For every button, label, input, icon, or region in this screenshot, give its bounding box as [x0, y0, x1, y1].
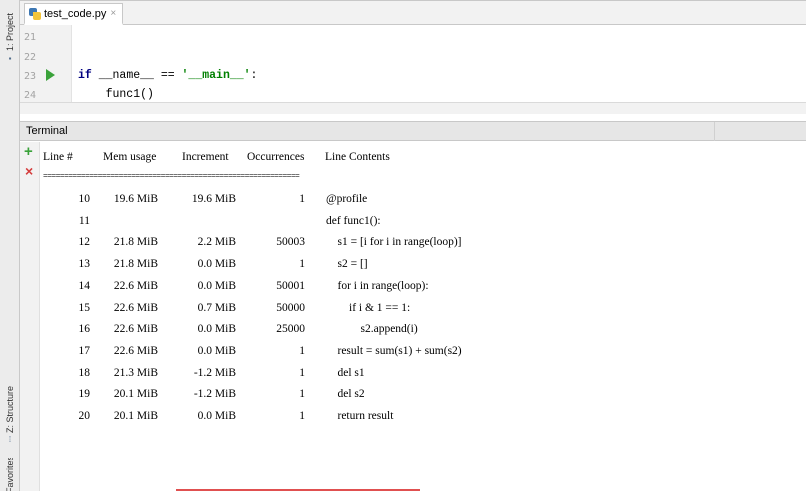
row-occurrences: 50001 — [276, 280, 305, 292]
row-occurrences: 1 — [299, 388, 305, 400]
row-line-contents: del s2 — [326, 388, 365, 400]
row-line-contents: del s1 — [326, 367, 365, 379]
row-mem-usage: 20.1 MiB — [113, 388, 158, 400]
row-increment: 0.0 MiB — [197, 410, 236, 422]
row-occurrences: 1 — [299, 345, 305, 357]
row-mem-usage: 22.6 MiB — [113, 280, 158, 292]
row-line-contents: s1 = [i for i in range(loop)] — [326, 236, 462, 248]
new-session-icon[interactable]: + — [24, 144, 33, 160]
structure-icon: ⁞ — [8, 435, 12, 444]
row-increment: 19.6 MiB — [191, 193, 236, 205]
row-line-number: 13 — [78, 258, 91, 270]
row-increment: 0.0 MiB — [197, 323, 236, 335]
code-line-23: if __name__ == '__main__': — [78, 69, 257, 82]
header-line-contents: Line Contents — [325, 151, 390, 163]
structure-tool-tab[interactable]: Z: Structure ⁞ — [0, 384, 20, 446]
tool-window-strip: 1: Project ▪ Z: Structure ⁞ Favorites — [0, 0, 20, 491]
row-occurrences: 50000 — [276, 302, 305, 314]
row-mem-usage: 22.6 MiB — [113, 302, 158, 314]
terminal-output[interactable]: Line # Mem usage Increment Occurrences L… — [40, 142, 806, 491]
row-line-contents: @profile — [326, 193, 368, 205]
row-line-number: 18 — [78, 367, 91, 379]
run-gutter-icon[interactable] — [46, 69, 55, 81]
header-line-number: Line # — [43, 151, 73, 163]
editor-gutter: 21 22 23 24 — [20, 25, 72, 102]
row-line-number: 17 — [78, 345, 91, 357]
row-mem-usage: 21.8 MiB — [113, 236, 158, 248]
row-line-number: 16 — [78, 323, 91, 335]
code-text-area[interactable]: if __name__ == '__main__': func1() — [72, 25, 806, 102]
editor-breadcrumb-bar — [20, 102, 806, 114]
close-session-icon[interactable]: × — [25, 163, 33, 179]
row-occurrences: 1 — [299, 410, 305, 422]
keyword-token: if — [78, 69, 92, 82]
favorites-tool-tab[interactable]: Favorites — [0, 458, 20, 491]
project-tool-tab[interactable]: 1: Project ▪ — [0, 8, 20, 68]
row-increment: -1.2 MiB — [193, 388, 236, 400]
structure-tab-label: Z: Structure — [5, 385, 15, 433]
row-increment: 2.2 MiB — [197, 236, 236, 248]
row-line-number: 11 — [78, 215, 90, 227]
row-occurrences: 25000 — [276, 323, 305, 335]
editor-file-tab[interactable]: test_code.py × — [24, 3, 124, 25]
row-line-contents: for i in range(loop): — [326, 280, 429, 292]
code-editor: test_code.py × 21 22 23 24 if __name__ =… — [20, 0, 806, 114]
row-increment: 0.7 MiB — [197, 302, 236, 314]
row-line-number: 14 — [78, 280, 91, 292]
row-increment: 0.0 MiB — [197, 280, 236, 292]
header-increment: Increment — [182, 151, 229, 163]
row-increment: 0.0 MiB — [197, 258, 236, 270]
line-number: 23 — [24, 71, 37, 82]
row-mem-usage: 22.6 MiB — [113, 345, 158, 357]
row-line-contents: def func1(): — [326, 215, 381, 227]
file-tab-name: test_code.py — [44, 7, 107, 20]
row-line-contents: if i & 1 == 1: — [326, 302, 411, 314]
row-mem-usage: 20.1 MiB — [113, 410, 158, 422]
row-mem-usage: 21.8 MiB — [113, 258, 158, 270]
row-line-contents: return result — [326, 410, 394, 422]
row-line-number: 20 — [78, 410, 91, 422]
string-token: '__main__' — [181, 69, 251, 82]
row-mem-usage: 22.6 MiB — [113, 323, 158, 335]
code-line-24: func1() — [78, 88, 154, 101]
row-occurrences: 1 — [299, 367, 305, 379]
row-mem-usage: 21.3 MiB — [113, 367, 158, 379]
row-occurrences: 1 — [299, 258, 305, 270]
line-number: 24 — [24, 90, 37, 101]
row-line-number: 15 — [78, 302, 91, 314]
terminal-toolbar: + × — [20, 142, 40, 491]
python-file-icon — [29, 7, 41, 20]
row-line-contents: s2 = [] — [326, 258, 368, 270]
row-line-number: 12 — [78, 236, 91, 248]
row-line-contents: result = sum(s1) + sum(s2) — [326, 345, 462, 357]
row-line-number: 19 — [78, 388, 91, 400]
code-token: __name__ == — [91, 69, 182, 82]
row-line-number: 10 — [78, 193, 91, 205]
line-number: 22 — [24, 52, 37, 63]
row-occurrences: 1 — [299, 193, 305, 205]
favorites-tab-label: Favorites — [5, 458, 15, 491]
row-increment: 0.0 MiB — [197, 345, 236, 357]
close-tab-icon[interactable]: × — [110, 8, 116, 19]
editor-tab-bar: test_code.py × — [20, 3, 806, 25]
row-mem-usage: 19.6 MiB — [113, 193, 158, 205]
project-tab-label: 1: Project — [5, 13, 15, 52]
row-occurrences: 50003 — [276, 236, 305, 248]
folder-icon: ▪ — [8, 53, 12, 63]
header-occurrences: Occurrences — [247, 151, 305, 163]
terminal-header: Terminal — [20, 122, 806, 141]
header-mem-usage: Mem usage — [103, 151, 157, 163]
table-separator: ========================================… — [43, 172, 300, 181]
header-divider — [714, 122, 715, 141]
terminal-title: Terminal — [26, 125, 68, 137]
row-increment: -1.2 MiB — [193, 367, 236, 379]
line-number: 21 — [24, 32, 37, 43]
row-line-contents: s2.append(i) — [326, 323, 418, 335]
code-token: : — [250, 69, 258, 82]
terminal-panel: Terminal + × Line # Mem usage Increment … — [20, 121, 806, 491]
